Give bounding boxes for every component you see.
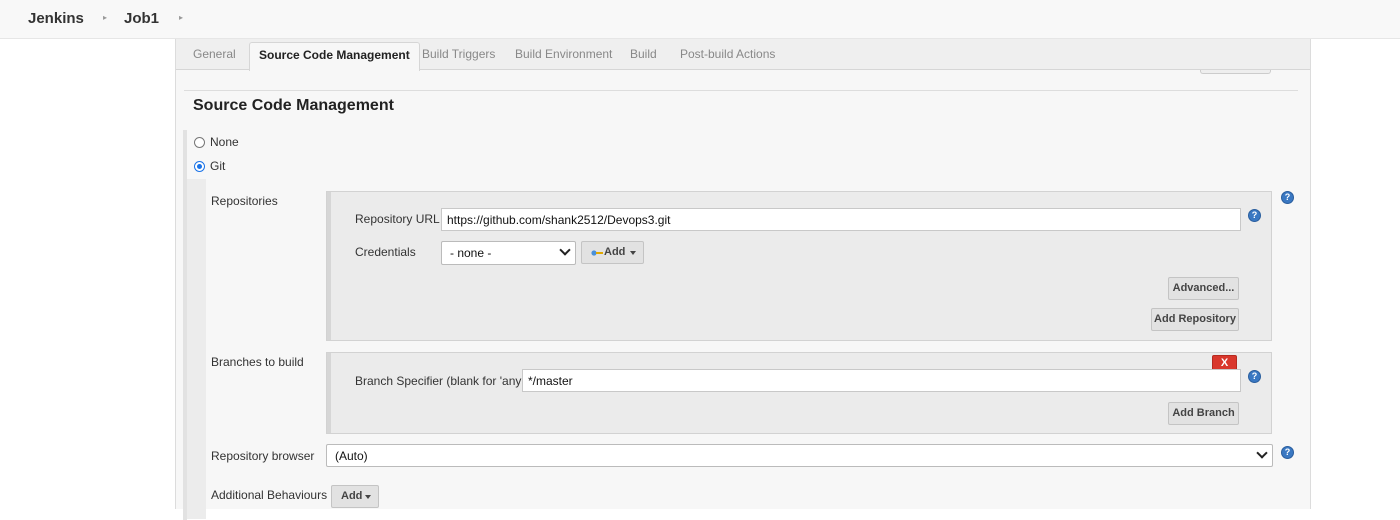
radio-git-label: Git bbox=[210, 159, 226, 173]
advanced-button[interactable]: Advanced... bbox=[1168, 277, 1239, 300]
add-behaviour-button[interactable]: Add bbox=[331, 485, 379, 508]
add-repository-button[interactable]: Add Repository bbox=[1151, 308, 1239, 331]
tab-general[interactable]: General bbox=[193, 47, 236, 61]
help-icon[interactable]: ? bbox=[1281, 191, 1294, 204]
credentials-value: - none - bbox=[450, 246, 492, 260]
config-tabs: General Source Code Management Build Tri… bbox=[176, 39, 1310, 71]
help-icon[interactable]: ? bbox=[1248, 370, 1261, 383]
additional-behaviours-label: Additional Behaviours bbox=[211, 488, 328, 502]
radio-git[interactable] bbox=[194, 160, 205, 172]
branch-specifier-label: Branch Specifier (blank for 'any') bbox=[355, 374, 528, 388]
add-behaviour-label: Add bbox=[341, 490, 363, 502]
section-divider bbox=[184, 90, 1298, 91]
help-icon[interactable]: ? bbox=[1248, 209, 1261, 222]
repositories-label: Repositories bbox=[211, 194, 278, 208]
repository-url-input[interactable]: https://github.com/shank2512/Devops3.git bbox=[441, 208, 1241, 231]
help-icon[interactable]: ? bbox=[1281, 446, 1294, 459]
chevron-down-icon bbox=[1256, 447, 1268, 459]
breadcrumb-separator-icon[interactable]: ▸ bbox=[103, 13, 107, 22]
caret-down-icon bbox=[630, 251, 636, 255]
config-panel: General Source Code Management Build Tri… bbox=[175, 39, 1311, 520]
add-credentials-button[interactable]: Add bbox=[581, 241, 644, 264]
partially-hidden-button[interactable] bbox=[1200, 70, 1271, 74]
add-credentials-label: Add bbox=[604, 246, 626, 258]
tab-build-environment[interactable]: Build Environment bbox=[515, 47, 612, 61]
radio-none-label: None bbox=[210, 135, 239, 149]
breadcrumb-job1[interactable]: Job1 bbox=[124, 10, 159, 27]
scm-option-git[interactable]: Git bbox=[194, 159, 225, 173]
breadcrumb-separator-icon[interactable]: ▸ bbox=[179, 13, 183, 22]
breadcrumb-bar: Jenkins ▸ Job1 ▸ bbox=[0, 0, 1400, 39]
radio-none[interactable] bbox=[194, 136, 205, 148]
scm-option-none[interactable]: None bbox=[194, 135, 239, 149]
repository-browser-label: Repository browser bbox=[211, 449, 315, 463]
branches-to-build-label: Branches to build bbox=[211, 355, 304, 369]
breadcrumb-jenkins[interactable]: Jenkins bbox=[28, 10, 84, 27]
git-indent-bar bbox=[187, 179, 206, 519]
branch-specifier-input[interactable]: */master bbox=[522, 369, 1241, 392]
repository-browser-select[interactable]: (Auto) bbox=[326, 444, 1273, 467]
tab-build[interactable]: Build bbox=[630, 47, 657, 61]
add-branch-button[interactable]: Add Branch bbox=[1168, 402, 1239, 425]
section-title: Source Code Management bbox=[193, 97, 394, 114]
repository-url-label: Repository URL bbox=[355, 212, 440, 226]
chevron-down-icon bbox=[559, 244, 571, 256]
key-icon bbox=[591, 250, 603, 256]
tab-post-build-actions[interactable]: Post-build Actions bbox=[680, 47, 775, 61]
tab-build-triggers[interactable]: Build Triggers bbox=[422, 47, 495, 61]
repository-browser-value: (Auto) bbox=[335, 449, 368, 463]
branch-box bbox=[326, 352, 1272, 434]
tab-source-code-management[interactable]: Source Code Management bbox=[249, 42, 420, 71]
credentials-select[interactable]: - none - bbox=[441, 241, 576, 265]
credentials-label: Credentials bbox=[355, 245, 416, 259]
